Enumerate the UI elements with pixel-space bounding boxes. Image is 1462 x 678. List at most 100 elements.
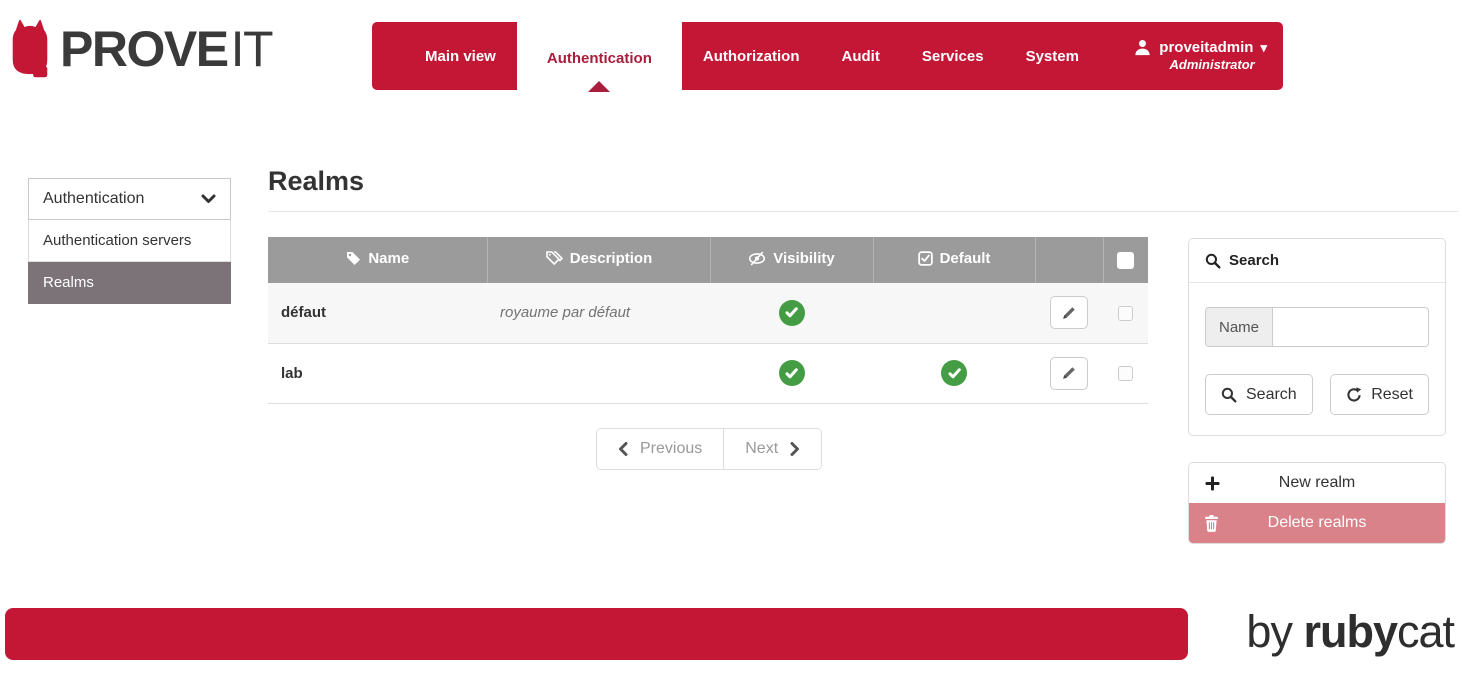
nav-item-label: Main view [425, 48, 496, 65]
top-navbar: Main view Authentication Authorization A… [372, 22, 1283, 90]
sidebar: Authentication Authentication servers Re… [28, 178, 231, 304]
search-button[interactable]: Search [1205, 374, 1313, 415]
plus-icon [1204, 475, 1221, 492]
trash-icon [1204, 515, 1219, 532]
nav-item-main-view[interactable]: Main view [404, 22, 517, 90]
pagination: Previous Next [596, 428, 822, 470]
check-circle-icon [779, 300, 805, 326]
name-filter-group: Name [1205, 307, 1429, 347]
active-tab-pointer-icon [588, 81, 610, 92]
table-row-lab: lab [268, 343, 1148, 403]
column-header-description[interactable]: Description [487, 237, 710, 283]
search-icon [1205, 253, 1221, 269]
cat-logo-icon [8, 10, 52, 88]
realm-name-cell: défaut [268, 283, 487, 343]
new-realm-label: New realm [1279, 474, 1355, 492]
rubycat-logo: by rubycat [1246, 604, 1454, 660]
page-title: Realms [268, 166, 364, 197]
realm-description-cell: royaume par défaut [487, 283, 710, 343]
footer-accent-bar [5, 608, 1188, 660]
user-name: proveitadmin [1159, 39, 1253, 58]
logo-text-it: IT [231, 21, 272, 77]
logo-text-prove: PROVE [60, 21, 228, 77]
next-page-button[interactable]: Next [723, 429, 821, 469]
nav-item-label: Authorization [703, 48, 800, 65]
pencil-icon [1061, 365, 1077, 381]
nav-item-label: Services [922, 48, 984, 65]
search-panel-body: Name Search Reset [1189, 283, 1445, 435]
title-divider [268, 211, 1458, 212]
row-checkbox[interactable] [1118, 366, 1133, 381]
nav-item-authentication[interactable]: Authentication [517, 22, 682, 94]
new-realm-button[interactable]: New realm [1189, 463, 1445, 503]
app-logo: PROVEIT [8, 10, 272, 88]
next-label: Next [745, 440, 778, 458]
search-panel-title: Search [1229, 252, 1279, 269]
chevron-right-icon [790, 442, 800, 456]
column-header-name[interactable]: Name [268, 237, 487, 283]
check-circle-icon [779, 360, 805, 386]
table-header-row: Name Description [268, 237, 1148, 283]
user-icon [1133, 38, 1152, 57]
previous-page-button[interactable]: Previous [597, 429, 723, 469]
footer-by-text: by [1246, 606, 1303, 657]
eye-slash-icon [748, 251, 766, 266]
delete-realms-label: Delete realms [1268, 514, 1367, 532]
pencil-icon [1061, 305, 1077, 321]
edit-realm-button[interactable] [1050, 296, 1088, 329]
realm-edit-cell [1035, 343, 1103, 403]
column-header-default[interactable]: Default [873, 237, 1035, 283]
sidebar-item-label: Authentication servers [43, 232, 191, 249]
nav-item-services[interactable]: Services [901, 22, 1005, 90]
reset-button-label: Reset [1371, 386, 1413, 404]
realms-table: Name Description [268, 237, 1148, 404]
realm-description-cell [487, 343, 710, 403]
realm-visibility-cell [710, 343, 873, 403]
name-field-label: Name [1205, 307, 1272, 347]
chevron-down-icon [201, 194, 216, 204]
name-filter-input[interactable] [1272, 307, 1429, 347]
previous-label: Previous [640, 440, 702, 458]
refresh-icon [1346, 387, 1362, 403]
select-all-checkbox[interactable] [1117, 252, 1134, 269]
realm-edit-cell [1035, 283, 1103, 343]
user-role: Administrator [1146, 57, 1255, 73]
nav-item-system[interactable]: System [1005, 22, 1100, 90]
realm-actions-panel: New realm Delete realms [1188, 462, 1446, 544]
user-menu[interactable]: proveitadmin ▾ Administrator [1123, 22, 1283, 90]
sidebar-section-label: Authentication [43, 190, 144, 208]
nav-item-authorization[interactable]: Authorization [682, 22, 821, 90]
footer-brand-suffix: cat [1397, 606, 1454, 657]
realm-select-cell [1103, 343, 1148, 403]
chevron-left-icon [618, 442, 628, 456]
sidebar-item-authentication-servers[interactable]: Authentication servers [28, 220, 231, 262]
row-checkbox[interactable] [1118, 306, 1133, 321]
logo-wordmark: PROVEIT [60, 24, 272, 74]
column-header-visibility[interactable]: Visibility [710, 237, 873, 283]
sidebar-section-authentication[interactable]: Authentication [28, 178, 231, 220]
search-panel: Search Name Search [1188, 238, 1446, 436]
realm-default-cell [873, 283, 1035, 343]
nav-item-audit[interactable]: Audit [821, 22, 901, 90]
tag-icon [345, 250, 361, 266]
reset-button[interactable]: Reset [1330, 374, 1429, 415]
nav-item-label: Audit [842, 48, 880, 65]
realm-default-cell [873, 343, 1035, 403]
search-icon [1221, 387, 1237, 403]
sidebar-item-realms[interactable]: Realms [28, 262, 231, 304]
tags-icon [545, 250, 563, 266]
chevron-down-icon: ▾ [1260, 40, 1267, 56]
check-circle-icon [941, 360, 967, 386]
search-panel-header: Search [1189, 239, 1445, 283]
check-square-icon [918, 251, 933, 266]
delete-realms-button[interactable]: Delete realms [1189, 503, 1445, 543]
edit-realm-button[interactable] [1050, 357, 1088, 390]
search-button-label: Search [1246, 386, 1297, 404]
proveit-app: PROVEIT Main view Authentication Authori… [0, 0, 1462, 678]
footer-brand-bold: ruby [1303, 606, 1397, 657]
column-header-edit [1035, 237, 1103, 283]
nav-item-label: System [1026, 48, 1079, 65]
realm-select-cell [1103, 283, 1148, 343]
realm-name-cell: lab [268, 343, 487, 403]
column-header-select-all [1103, 237, 1148, 283]
